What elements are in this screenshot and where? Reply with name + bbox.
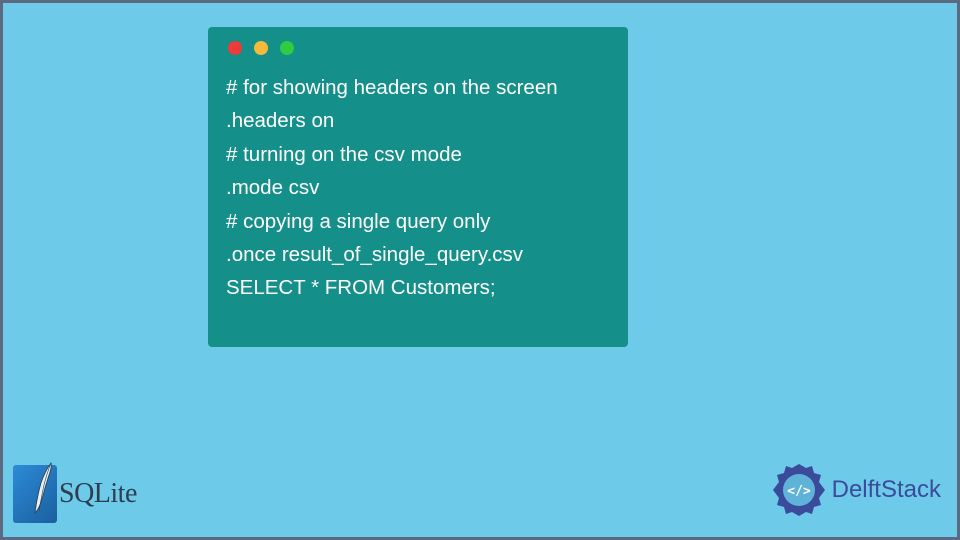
code-line: # turning on the csv mode	[226, 138, 610, 171]
minimize-icon	[254, 41, 268, 55]
code-line: SELECT * FROM Customers;	[226, 271, 610, 304]
delftstack-text: DelftStack	[832, 476, 941, 504]
sqlite-logo: SQLite	[13, 465, 137, 523]
feather-icon	[27, 461, 57, 519]
svg-text:</>: </>	[787, 484, 811, 499]
terminal-window: # for showing headers on the screen .hea…	[208, 27, 628, 347]
code-line: .mode csv	[226, 171, 610, 204]
delftstack-logo: </> DelftStack	[770, 461, 941, 519]
code-line: .once result_of_single_query.csv	[226, 238, 610, 271]
code-line: .headers on	[226, 104, 610, 137]
window-controls	[228, 41, 610, 55]
sqlite-box-icon	[13, 465, 57, 523]
maximize-icon	[280, 41, 294, 55]
sqlite-text: SQLite	[59, 478, 137, 510]
delftstack-badge-icon: </>	[770, 461, 828, 519]
code-line: # copying a single query only	[226, 205, 610, 238]
code-line: # for showing headers on the screen	[226, 71, 610, 104]
close-icon	[228, 41, 242, 55]
